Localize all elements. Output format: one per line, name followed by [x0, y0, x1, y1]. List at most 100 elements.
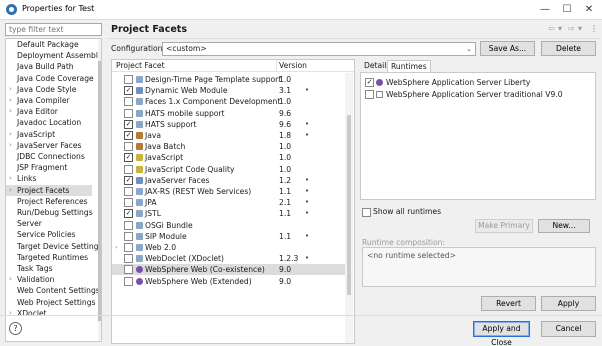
version-dropdown-icon[interactable]: • [305, 186, 309, 197]
minimize-button[interactable]: — [536, 2, 554, 17]
table-row[interactable]: WebDoclet (XDoclet) 1.2.3 • [112, 253, 345, 264]
table-row[interactable]: SIP Module 1.1 • [112, 231, 345, 242]
facet-checkbox[interactable] [124, 164, 133, 174]
tab-runtimes[interactable]: Runtimes [387, 60, 431, 72]
version-dropdown-icon[interactable]: • [305, 85, 309, 96]
nav-item[interactable]: Server [6, 218, 92, 229]
facet-checkbox[interactable]: ✓ [124, 131, 133, 140]
close-button[interactable]: ✕ [580, 2, 598, 17]
table-row[interactable]: JPA 2.1 • [112, 197, 345, 208]
delete-button[interactable]: Delete [541, 41, 596, 56]
version-dropdown-icon[interactable]: • [305, 197, 309, 208]
runtime-checkbox[interactable]: ✓ [365, 78, 374, 87]
maximize-button[interactable]: ☐ [558, 2, 576, 17]
nav-item[interactable]: Default Package [6, 39, 92, 50]
table-row[interactable]: WebSphere Web (Co-existence) 9.0 [112, 264, 345, 276]
nav-item[interactable]: › Java Code Style [6, 84, 92, 95]
checkbox[interactable] [362, 208, 371, 217]
facet-version[interactable]: 1.0 [279, 74, 291, 85]
chevron-right-icon[interactable]: › [9, 173, 12, 184]
version-dropdown-icon[interactable]: • [305, 231, 309, 242]
view-menu-icon[interactable]: ⋮ [590, 24, 598, 33]
chevron-right-icon[interactable]: › [9, 106, 12, 117]
table-row[interactable]: OSGi Bundle [112, 220, 345, 231]
facet-version[interactable]: 1.0 [279, 152, 291, 163]
table-row[interactable]: JavaScript Code Quality 1.0 [112, 164, 345, 175]
facet-version[interactable]: 1.8 [279, 130, 291, 141]
facet-checkbox[interactable] [124, 108, 133, 118]
facet-version[interactable]: 1.1 [279, 208, 291, 219]
table-row[interactable]: ✓ HATS support 9.6 • [112, 119, 345, 130]
facet-checkbox[interactable]: ✓ [124, 175, 133, 185]
chevron-right-icon[interactable]: › [9, 84, 12, 95]
nav-item[interactable]: › Java Compiler [6, 95, 92, 106]
table-row[interactable]: JAX-RS (REST Web Services) 1.1 • [112, 186, 345, 197]
facet-checkbox[interactable]: ✓ [124, 209, 133, 219]
nav-item[interactable]: › XDoclet [6, 308, 92, 319]
make-primary-button[interactable]: Make Primary [475, 219, 533, 233]
facet-version[interactable]: 9.6 [279, 119, 291, 130]
nav-item[interactable]: › Java Editor [6, 106, 92, 117]
configuration-select[interactable]: <custom> ⌄ [162, 42, 476, 56]
filter-input[interactable] [5, 23, 102, 36]
nav-item[interactable]: JDBC Connections [6, 151, 92, 162]
nav-item[interactable]: Web Project Settings [6, 297, 96, 308]
table-row[interactable]: HATS mobile support 9.6 [112, 108, 345, 119]
facet-checkbox[interactable] [124, 97, 133, 107]
facet-checkbox[interactable] [124, 75, 133, 84]
nav-item[interactable]: Java Code Coverage [6, 73, 94, 84]
nav-item[interactable]: Targeted Runtimes [6, 252, 92, 263]
version-dropdown-icon[interactable]: • [305, 253, 309, 264]
facet-checkbox[interactable] [124, 243, 133, 252]
table-row[interactable]: Design-Time Page Template support 1.0 [112, 74, 345, 85]
nav-item[interactable]: Project References [6, 196, 92, 207]
facets-scrollbar[interactable] [345, 73, 353, 343]
forward-dropdown-icon[interactable]: ▾ [578, 24, 582, 33]
chevron-right-icon[interactable]: › [9, 274, 12, 285]
facet-version[interactable]: 1.2.3 [279, 253, 298, 264]
version-dropdown-icon[interactable]: • [305, 175, 309, 186]
nav-item[interactable]: › JavaScript [6, 129, 92, 140]
back-dropdown-icon[interactable]: ▾ [558, 24, 562, 33]
version-dropdown-icon[interactable]: • [305, 130, 309, 141]
facet-version[interactable]: 1.0 [279, 141, 291, 152]
forward-arrow-icon[interactable]: ⇨ [568, 24, 575, 33]
facet-checkbox[interactable] [124, 220, 133, 230]
revert-button[interactable]: Revert [481, 296, 536, 311]
nav-item[interactable]: JSP Fragment [6, 162, 92, 173]
nav-item[interactable]: › Links [6, 173, 92, 184]
facet-checkbox[interactable] [124, 231, 133, 241]
version-dropdown-icon[interactable]: • [305, 208, 309, 219]
apply-and-close-button[interactable]: Apply and Close [473, 321, 530, 346]
nav-item[interactable]: Javadoc Location [6, 117, 92, 128]
facet-checkbox[interactable] [124, 187, 133, 196]
column-header-project-facet[interactable]: Project Facet [116, 61, 165, 70]
facet-version[interactable]: 1.0 [279, 164, 291, 175]
column-header-version[interactable]: Version [279, 61, 307, 70]
save-as-button[interactable]: Save As... [480, 41, 535, 56]
nav-item[interactable]: Target Device Settings [6, 241, 101, 252]
chevron-right-icon[interactable]: › [9, 140, 12, 151]
facet-checkbox[interactable]: ✓ [124, 119, 133, 129]
nav-item[interactable]: › JavaServer Faces [6, 140, 92, 151]
table-row[interactable]: ✓ JavaServer Faces 1.2 • [112, 175, 345, 186]
nav-item[interactable]: Deployment Assembly [6, 50, 101, 61]
nav-scrollbar-thumb[interactable] [98, 61, 101, 321]
facet-checkbox[interactable] [124, 198, 133, 208]
runtime-checkbox[interactable] [365, 89, 374, 99]
chevron-right-icon[interactable]: › [9, 185, 12, 196]
table-row[interactable]: ✓ JSTL 1.1 • [112, 208, 345, 219]
nav-item[interactable]: Web Content Settings [6, 285, 100, 296]
nav-item[interactable]: Task Tags [6, 263, 92, 274]
chevron-right-icon[interactable]: › [9, 95, 12, 106]
facet-checkbox[interactable] [124, 254, 133, 264]
nav-scrollbar[interactable] [98, 39, 101, 341]
expand-arrow-icon[interactable]: › [115, 242, 118, 253]
table-row[interactable]: ✓ Dynamic Web Module 3.1 • [112, 85, 345, 96]
table-row[interactable]: WebSphere Web (Extended) 9.0 [112, 276, 345, 287]
nav-item[interactable]: › Project Facets [6, 184, 92, 196]
chevron-right-icon[interactable]: › [9, 129, 12, 140]
table-row[interactable]: Faces 1.x Component Development 1.0 [112, 96, 345, 107]
facet-version[interactable]: 1.2 [279, 175, 291, 186]
facet-version[interactable]: 2.1 [279, 197, 291, 208]
